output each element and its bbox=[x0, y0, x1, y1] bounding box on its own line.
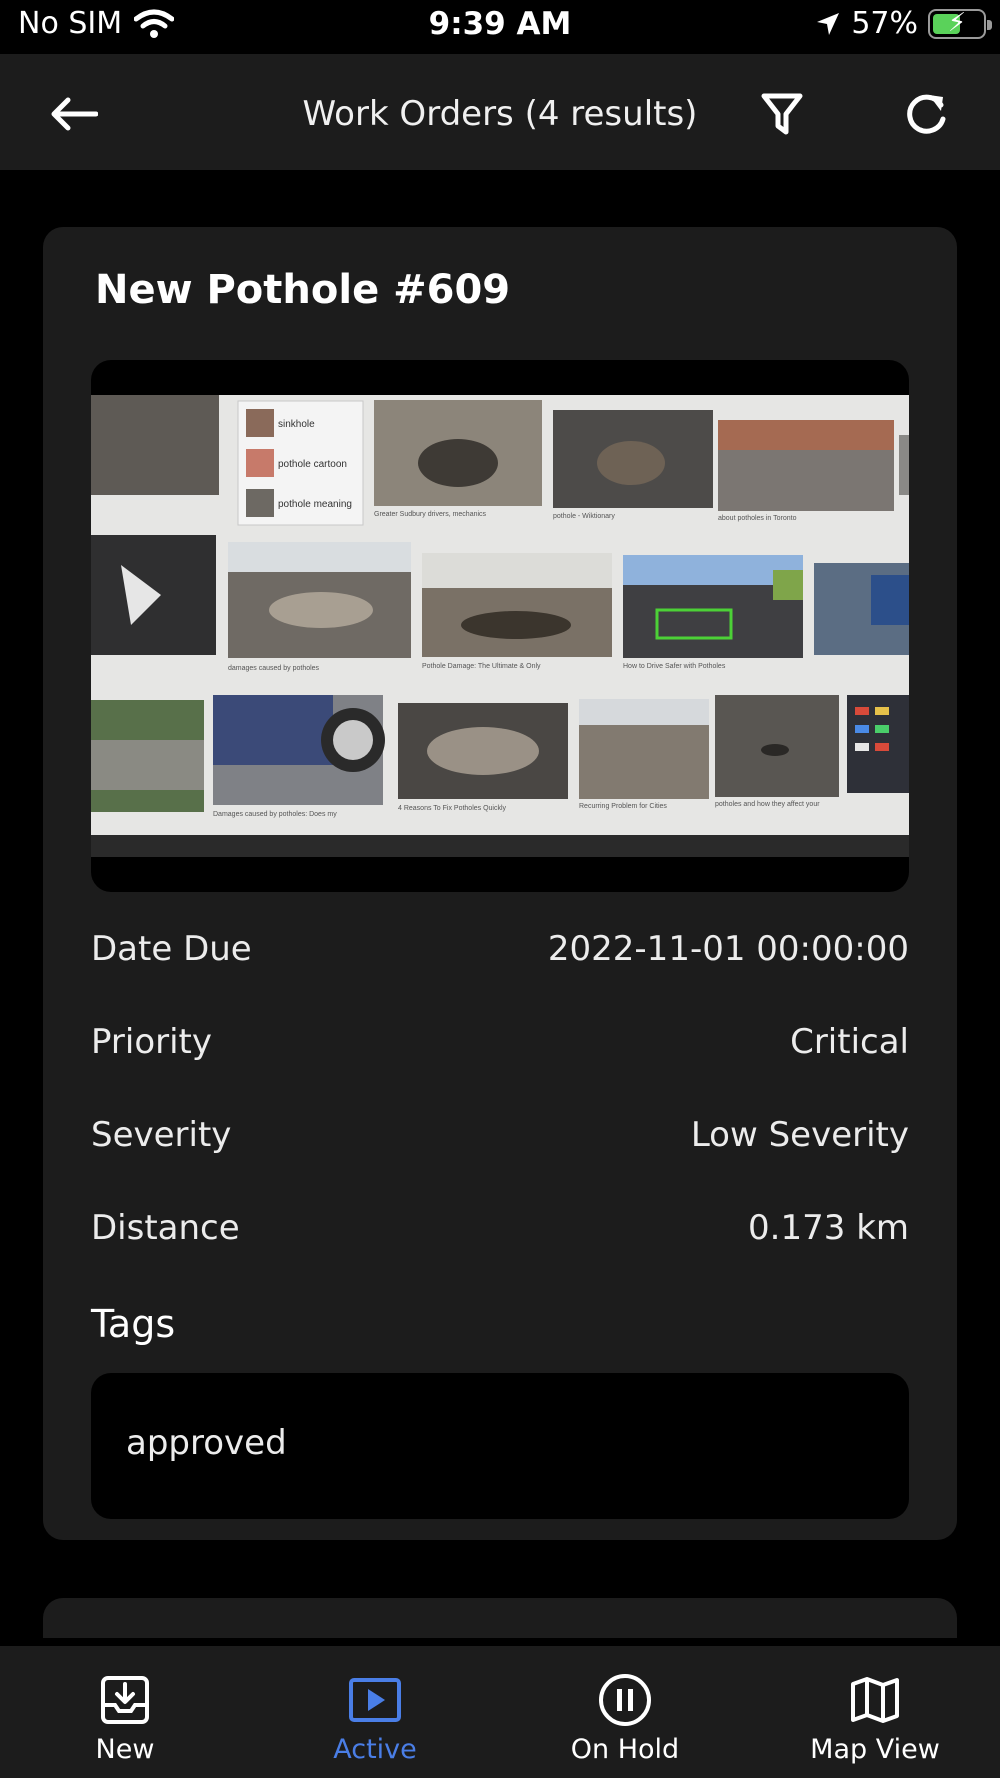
field-label: Priority bbox=[91, 1022, 213, 1062]
wiktionary-caption: pothole - Wiktionary bbox=[553, 513, 615, 520]
pothole-damage-caption: Pothole Damage: The Ultimate & Only bbox=[422, 663, 541, 670]
bolt-icon: ⚡ bbox=[947, 7, 967, 38]
battery-percent: 57% bbox=[851, 6, 918, 41]
pothole-cartoon-label: pothole cartoon bbox=[278, 459, 347, 470]
filter-icon bbox=[761, 93, 803, 135]
next-work-order-card[interactable] bbox=[43, 1598, 957, 1638]
tags-heading: Tags bbox=[91, 1302, 176, 1346]
does-my-caption: Damages caused by potholes: Does my bbox=[213, 811, 337, 818]
sudbury-caption: Greater Sudbury drivers, mechanics bbox=[374, 511, 487, 518]
work-order-photo: sinkhole pothole cartoon pothole meaning… bbox=[91, 395, 909, 857]
work-order-title: New Pothole #609 bbox=[95, 267, 511, 313]
work-order-card[interactable]: New Pothole #609 sinkhole pothole cartoo… bbox=[43, 227, 957, 1540]
play-square-icon bbox=[349, 1678, 401, 1722]
field-value: Low Severity bbox=[690, 1115, 909, 1155]
tab-label: Active bbox=[333, 1734, 417, 1765]
battery-charging-icon: ⚡ bbox=[928, 7, 992, 39]
tab-new[interactable]: New bbox=[0, 1646, 250, 1778]
status-right: 57% ⚡ bbox=[815, 6, 992, 41]
bottom-tab-bar: New Active On Hold Map View bbox=[0, 1646, 1000, 1778]
status-bar: No SIM 9:39 AM 57% ⚡ bbox=[0, 0, 1000, 54]
tab-label: On Hold bbox=[570, 1734, 680, 1765]
field-row-distance: Distance 0.173 km bbox=[91, 1198, 909, 1258]
field-label: Severity bbox=[91, 1115, 232, 1155]
location-arrow-icon bbox=[817, 12, 840, 35]
four-reasons-caption: 4 Reasons To Fix Potholes Quickly bbox=[398, 805, 507, 812]
field-value: Critical bbox=[790, 1022, 909, 1062]
toronto-caption: about potholes in Toronto bbox=[718, 515, 797, 522]
tag-item: approved bbox=[126, 1423, 287, 1463]
tab-on-hold[interactable]: On Hold bbox=[500, 1646, 750, 1778]
tab-map-view[interactable]: Map View bbox=[750, 1646, 1000, 1778]
field-row-date-due: Date Due 2022-11-01 00:00:00 bbox=[91, 919, 909, 979]
field-value: 2022-11-01 00:00:00 bbox=[547, 929, 909, 969]
sinkhole-label: sinkhole bbox=[278, 419, 315, 430]
pause-circle-icon bbox=[599, 1674, 651, 1726]
damages-caption: damages caused by potholes bbox=[228, 665, 320, 672]
tab-label: Map View bbox=[810, 1734, 940, 1765]
field-row-severity: Severity Low Severity bbox=[91, 1105, 909, 1165]
map-icon bbox=[851, 1677, 899, 1723]
tags-box: approved bbox=[91, 1373, 909, 1519]
field-label: Distance bbox=[91, 1208, 240, 1248]
work-order-photo-frame[interactable]: sinkhole pothole cartoon pothole meaning… bbox=[91, 360, 909, 892]
refresh-button[interactable] bbox=[896, 84, 956, 144]
page-title: Work Orders (4 results) bbox=[302, 94, 698, 134]
nav-header: Work Orders (4 results) bbox=[0, 54, 1000, 170]
pothole-meaning-label: pothole meaning bbox=[278, 499, 352, 510]
inbox-download-icon bbox=[101, 1676, 149, 1724]
tab-label: New bbox=[95, 1734, 155, 1765]
tab-active[interactable]: Active bbox=[250, 1646, 500, 1778]
affect-your-caption: potholes and how they affect your bbox=[715, 801, 820, 808]
field-label: Date Due bbox=[91, 929, 252, 969]
field-row-priority: Priority Critical bbox=[91, 1012, 909, 1072]
field-value: 0.173 km bbox=[748, 1208, 909, 1248]
recurring-caption: Recurring Problem for Cities bbox=[579, 803, 667, 810]
drive-safer-caption: How to Drive Safer with Potholes bbox=[623, 663, 726, 670]
refresh-icon bbox=[907, 94, 946, 134]
filter-button[interactable] bbox=[752, 84, 812, 144]
